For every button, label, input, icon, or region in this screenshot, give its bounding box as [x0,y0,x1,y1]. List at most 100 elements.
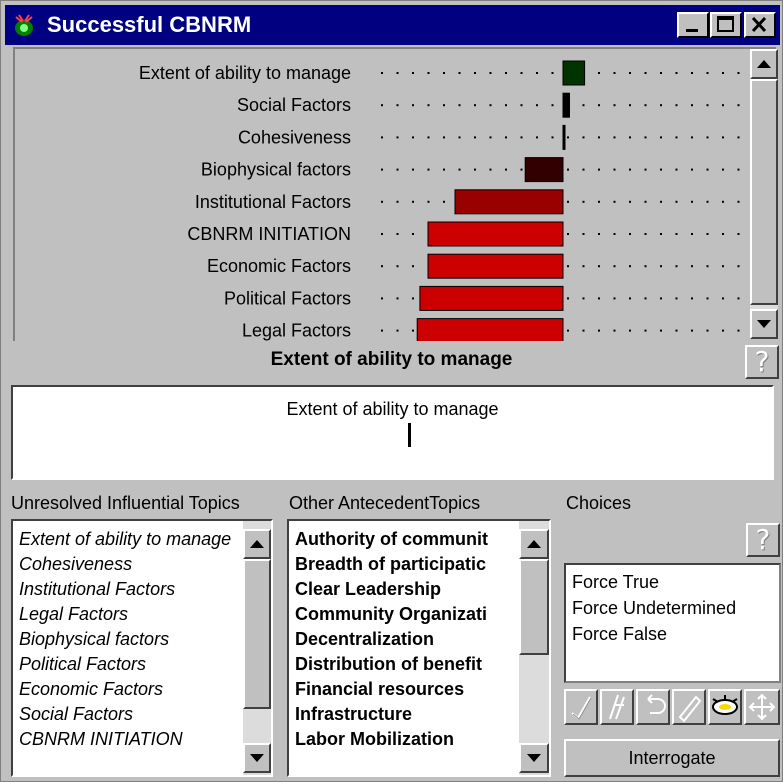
choice-force-undetermined[interactable]: Force Undetermined [572,595,736,621]
list-item[interactable]: Biophysical factors [19,627,169,652]
factor-bar[interactable] [427,253,564,279]
list-item[interactable]: Institutional Factors [19,577,175,602]
scroll-down-button[interactable] [519,743,549,773]
grid-dot [706,72,709,74]
move-tool-button[interactable] [744,689,780,725]
grid-dot [505,72,507,74]
pencil-tool-button[interactable] [672,689,706,725]
scroll-down-button[interactable] [750,309,778,339]
factor-bar[interactable] [454,189,564,215]
antecedent-topics-list[interactable]: Authority of communit Breadth of partici… [287,519,551,777]
grid-dot [412,233,414,235]
grid-dot [660,136,662,139]
grid-dot [644,200,647,203]
factor-label[interactable]: Legal Factors [242,321,351,341]
list-item[interactable]: Economic Factors [19,677,163,702]
grid-dot [598,233,600,235]
grid-dot [489,72,492,74]
list-item[interactable]: Labor Mobilization [295,727,454,752]
list-item[interactable]: Financial resources [295,677,464,702]
factor-bar[interactable] [416,318,564,341]
factor-bar[interactable] [562,124,566,150]
list-item[interactable]: Cohesiveness [19,552,132,577]
list-item[interactable]: Decentralization [295,627,434,652]
grid-dot [396,72,399,74]
choices-help-button[interactable]: ? [746,523,780,557]
list-item[interactable]: Extent of ability to manage [19,527,231,552]
grid-dot [381,297,383,300]
unresolved-topics-list[interactable]: Extent of ability to manage Cohesiveness… [11,519,273,777]
factor-label[interactable]: Institutional Factors [195,192,351,212]
grid-dot [427,136,430,139]
chart-scrollbar[interactable] [750,49,778,339]
title-bar[interactable]: Successful CBNRM [5,5,780,45]
factor-label[interactable]: Extent of ability to manage [139,63,351,83]
factor-bar[interactable] [427,221,564,247]
maximize-button[interactable] [710,12,742,38]
grid-dot [691,168,693,171]
undo-tool-button[interactable] [636,689,670,725]
grid-dot [644,168,647,171]
grid-dot [613,136,616,139]
factor-label[interactable]: Social Factors [237,95,351,115]
grid-dot [567,136,569,139]
grid-dot [691,297,693,300]
factor-label[interactable]: Economic Factors [207,256,351,276]
scroll-up-button[interactable] [750,49,778,79]
view-tool-button[interactable] [708,689,742,725]
edit-tool-button[interactable] [600,689,634,725]
topic-detail-panel: Extent of ability to manage [11,385,774,480]
list-item[interactable]: Social Factors [19,702,133,727]
grid-dot [644,265,647,268]
choices-list[interactable]: Force True Force Undetermined Force Fals… [564,563,781,683]
grid-dot [489,168,492,171]
scroll-down-button[interactable] [243,743,271,773]
factor-bar[interactable] [562,60,586,86]
grid-dot [443,72,445,74]
app-icon [11,13,37,37]
grid-dot [458,104,461,107]
close-button[interactable] [744,12,776,38]
factor-label[interactable]: Biophysical factors [201,160,351,180]
factor-label[interactable]: Cohesiveness [238,127,351,147]
choice-force-true[interactable]: Force True [572,569,659,595]
list-item[interactable]: CBNRM INITIATION [19,727,183,752]
grid-dot [737,168,740,171]
scroll-thumb[interactable] [519,559,549,655]
choice-force-false[interactable]: Force False [572,621,667,647]
grid-dot [412,329,414,332]
grid-dot [644,233,647,235]
scroll-thumb[interactable] [243,559,271,709]
grid-dot [629,72,631,74]
grid-dot [629,104,631,107]
minimize-button[interactable] [677,12,709,38]
list-item[interactable]: Authority of communit [295,527,488,552]
list-item[interactable]: Clear Leadership [295,577,441,602]
scroll-up-button[interactable] [243,529,271,559]
factor-label[interactable]: CBNRM INITIATION [187,224,351,244]
grid-dot [644,297,647,300]
list-item[interactable]: Community Organizati [295,602,487,627]
grid-dot [691,104,693,107]
factor-label[interactable]: Political Factors [224,288,351,308]
interrogate-button[interactable]: Interrogate [564,739,780,777]
factor-bar[interactable] [562,92,570,118]
list-item[interactable]: Political Factors [19,652,146,677]
grid-dot [396,136,399,139]
scroll-up-button[interactable] [519,529,549,559]
list-item[interactable]: Distribution of benefit [295,652,482,677]
grid-dot [582,329,585,332]
scroll-thumb[interactable] [750,79,778,305]
list-item[interactable]: Infrastructure [295,702,412,727]
grid-dot [722,200,724,203]
grid-dot [675,200,678,203]
list-item[interactable]: Legal Factors [19,602,128,627]
help-button[interactable]: ? [745,345,779,379]
factor-bar[interactable] [524,157,564,183]
antecedent-scrollbar[interactable] [519,521,549,775]
check-tool-button[interactable] [564,689,598,725]
factor-bar[interactable] [419,285,564,311]
list-item[interactable]: Breadth of participatic [295,552,486,577]
grid-dot [474,168,476,171]
unresolved-scrollbar[interactable] [243,521,271,775]
